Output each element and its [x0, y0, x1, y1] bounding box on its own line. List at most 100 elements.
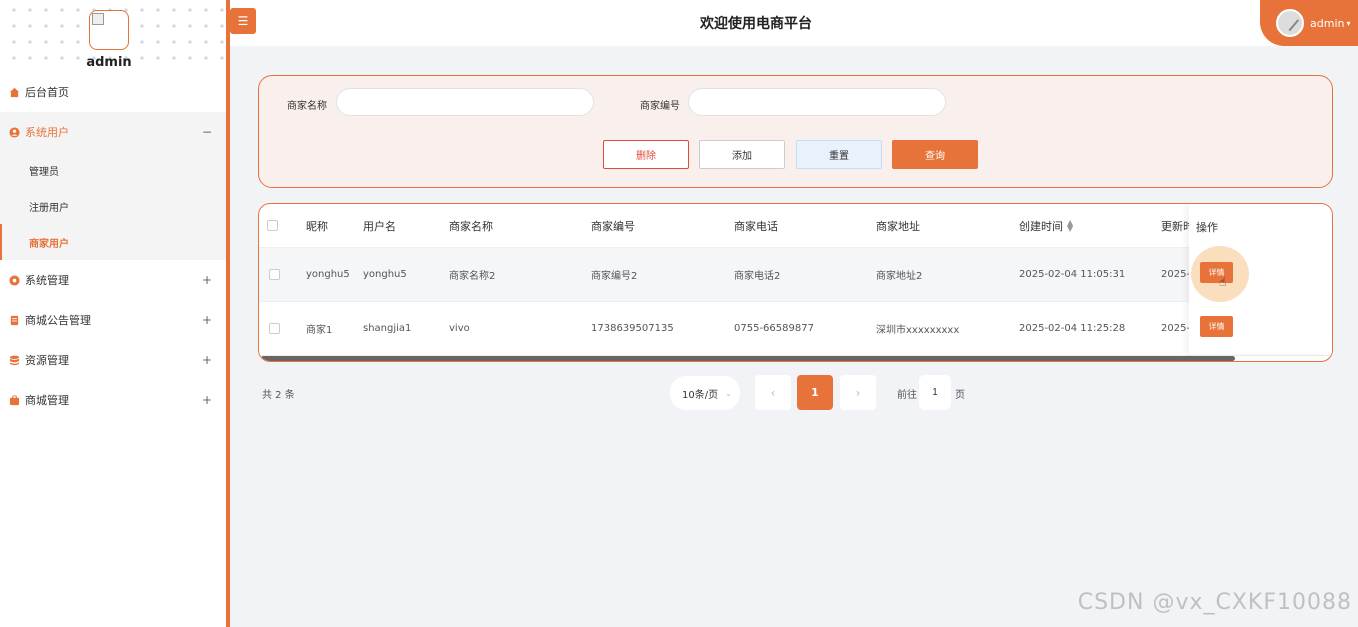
header: ☰ 欢迎使用电商平台 admin ▾ [230, 0, 1358, 46]
chevron-down-icon: ▾ [1346, 18, 1351, 28]
operations-column: 操作 详情 详情 ☝ [1189, 204, 1332, 354]
next-page-button[interactable]: › [840, 375, 876, 410]
column-header-merchant-code: 商家编号 [591, 219, 635, 233]
chevron-right-icon: › [855, 385, 861, 400]
expand-icon[interactable]: + [202, 393, 212, 407]
goto-page-input[interactable] [919, 375, 951, 410]
sidebar: admin 后台首页 系统用户 − 管理员 注册用户 商家用户 系统管理 + 商… [0, 0, 226, 627]
admin-avatar [89, 10, 129, 50]
cell-merchant-name: 商家名称2 [449, 271, 496, 282]
user-name: admin [1310, 16, 1345, 30]
sidebar-item-system-users[interactable]: 系统用户 − [0, 112, 226, 152]
sidebar-item-notice-management[interactable]: 商城公告管理 + [0, 300, 226, 340]
column-header-username: 用户名 [363, 219, 396, 233]
page-size-value: 10条/页 [682, 389, 719, 401]
sidebar-border [226, 0, 230, 627]
column-header-merchant-phone: 商家电话 [734, 219, 778, 233]
column-header-merchant-address: 商家地址 [876, 219, 920, 233]
hamburger-icon: ☰ [237, 14, 249, 28]
prev-page-button[interactable]: ‹ [755, 375, 791, 410]
sort-icon[interactable]: ▲ ▼ [1067, 218, 1073, 232]
sidebar-logo-area: admin [0, 0, 226, 72]
cell-updated-time: 2025- [1161, 323, 1191, 334]
home-icon [8, 86, 20, 98]
cell-merchant-address: 商家地址2 [876, 271, 923, 282]
broken-image-icon [92, 13, 104, 25]
search-panel: 商家名称 商家编号 删除 添加 重置 查询 [258, 75, 1333, 188]
chevron-left-icon: ‹ [770, 385, 776, 400]
expand-icon[interactable]: + [202, 353, 212, 367]
collapse-icon[interactable]: − [202, 125, 212, 139]
merchant-name-label: 商家名称 [287, 101, 327, 112]
column-header-merchant-name: 商家名称 [449, 219, 493, 233]
sidebar-item-label: 后台首页 [25, 86, 69, 99]
gear-icon [8, 274, 20, 286]
sidebar-item-system-management[interactable]: 系统管理 + [0, 260, 226, 300]
detail-button[interactable]: 详情 [1200, 262, 1233, 283]
query-button[interactable]: 查询 [892, 140, 978, 169]
cell-updated-time: 2025- [1161, 269, 1191, 280]
sidebar-item-home[interactable]: 后台首页 [0, 72, 226, 112]
merchant-table: 昵称 用户名 商家名称 商家编号 商家电话 商家地址 创建时间 ▲▼ 更新时间 … [258, 203, 1333, 362]
column-header-created-time[interactable]: 创建时间 ▲ ▼ [1019, 204, 1073, 247]
column-header-operations: 操作 [1196, 221, 1218, 234]
detail-button[interactable]: 详情 [1200, 316, 1233, 337]
sidebar-item-label: 商城管理 [25, 394, 69, 407]
sidebar-subitem-registered-users[interactable]: 注册用户 [0, 188, 226, 224]
merchant-code-input[interactable] [688, 88, 946, 116]
column-header-nickname: 昵称 [306, 219, 328, 233]
cell-created-time: 2025-02-04 11:25:28 [1019, 323, 1126, 334]
chevron-down-icon: ⌄ [725, 388, 732, 398]
sidebar-subitem-merchant-users[interactable]: 商家用户 [0, 224, 226, 260]
user-menu[interactable]: admin ▾ [1260, 0, 1358, 46]
add-button[interactable]: 添加 [699, 140, 785, 169]
sidebar-menu: 后台首页 系统用户 − 管理员 注册用户 商家用户 系统管理 + 商城公告管理 [0, 72, 226, 420]
cell-merchant-phone: 0755-66589877 [734, 323, 814, 334]
expand-icon[interactable]: + [202, 273, 212, 287]
page-size-select[interactable]: 10条/页 ⌄ [670, 376, 740, 410]
table-row: yonghu5 yonghu5 商家名称2 商家编号2 商家电话2 商家地址2 … [259, 248, 1332, 302]
cell-merchant-phone: 商家电话2 [734, 271, 781, 282]
user-circle-icon [8, 126, 20, 138]
goto-unit: 页 [955, 390, 965, 401]
horizontal-scrollbar[interactable] [261, 356, 1235, 361]
cell-merchant-address: 深圳市xxxxxxxxx [876, 325, 960, 336]
merchant-name-input[interactable] [336, 88, 594, 116]
cell-nickname: yonghu5 [306, 269, 350, 280]
menu-toggle-button[interactable]: ☰ [230, 8, 256, 34]
delete-button[interactable]: 删除 [603, 140, 689, 169]
shop-icon [8, 394, 20, 406]
sidebar-item-label: 系统用户 [25, 126, 69, 139]
goto-label: 前往 [897, 390, 917, 401]
reset-button[interactable]: 重置 [796, 140, 882, 169]
watermark: CSDN @vx_CXKF10088 [1077, 590, 1352, 615]
table-header: 昵称 用户名 商家名称 商家编号 商家电话 商家地址 创建时间 ▲▼ 更新时间 [259, 204, 1332, 248]
system-users-submenu: 管理员 注册用户 商家用户 [0, 152, 226, 260]
row-checkbox[interactable] [269, 323, 280, 334]
sidebar-item-resource-management[interactable]: 资源管理 + [0, 340, 226, 380]
select-all-checkbox[interactable] [267, 220, 278, 231]
database-icon [8, 354, 20, 366]
table-row: 商家1 shangjia1 vivo 1738639507135 0755-66… [259, 302, 1332, 356]
admin-name: admin [86, 55, 132, 70]
cell-nickname: 商家1 [306, 325, 333, 336]
page-number-current[interactable]: 1 [797, 375, 833, 410]
notice-icon [8, 314, 20, 326]
total-count: 共 2 条 [262, 390, 295, 401]
expand-icon[interactable]: + [202, 313, 212, 327]
sidebar-subitem-admin[interactable]: 管理员 [0, 152, 226, 188]
column-header-label: 创建时间 [1019, 219, 1063, 233]
hand-cursor-icon: ☝ [1219, 275, 1227, 289]
merchant-code-label: 商家编号 [640, 101, 680, 112]
sidebar-item-label: 资源管理 [25, 354, 69, 367]
row-checkbox[interactable] [269, 269, 280, 280]
sidebar-item-label: 商城公告管理 [25, 314, 91, 327]
cell-merchant-name: vivo [449, 323, 470, 334]
cell-created-time: 2025-02-04 11:05:31 [1019, 269, 1126, 280]
cell-username: yonghu5 [363, 269, 407, 280]
column-header-updated-time: 更新时间 [1161, 219, 1191, 233]
user-avatar [1276, 9, 1304, 37]
sidebar-item-shop-management[interactable]: 商城管理 + [0, 380, 226, 420]
cell-merchant-code: 1738639507135 [591, 323, 674, 334]
page-title: 欢迎使用电商平台 [700, 16, 812, 32]
